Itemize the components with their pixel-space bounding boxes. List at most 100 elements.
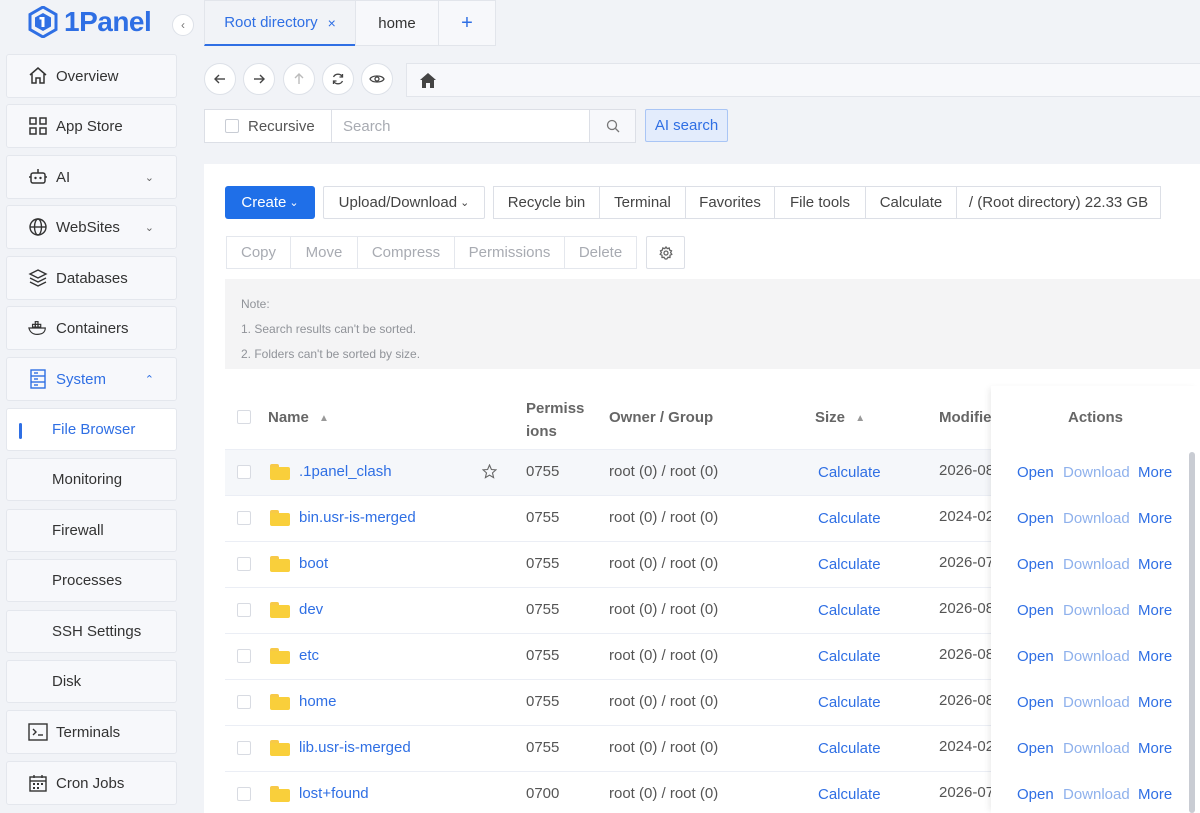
star-icon[interactable] — [481, 463, 498, 483]
more-action-link[interactable]: More — [1138, 556, 1172, 573]
file-name-link[interactable]: lost+found — [299, 785, 369, 802]
row-checkbox[interactable] — [237, 603, 251, 617]
calculate-size-link[interactable]: Calculate — [818, 556, 881, 573]
sidebar-item-terminals[interactable]: Terminals — [6, 710, 177, 754]
permissions-button[interactable]: Permissions — [454, 236, 565, 269]
recursive-checkbox[interactable]: Recursive — [204, 109, 332, 143]
refresh-button[interactable] — [322, 63, 354, 95]
sidebar-item-ai[interactable]: AI ⌄ — [6, 155, 177, 199]
sidebar-item-file-browser[interactable]: File Browser — [6, 408, 177, 451]
root-directory-size-button[interactable]: / (Root directory) 22.33 GB — [956, 186, 1161, 219]
file-tools-button[interactable]: File tools — [774, 186, 866, 219]
forward-button[interactable] — [243, 63, 275, 95]
calculate-button[interactable]: Calculate — [865, 186, 957, 219]
recycle-bin-button[interactable]: Recycle bin — [493, 186, 600, 219]
file-name-link[interactable]: lib.usr-is-merged — [299, 739, 411, 756]
sidebar-item-ssh-settings[interactable]: SSH Settings — [6, 610, 177, 653]
sidebar-item-cron-jobs[interactable]: Cron Jobs — [6, 761, 177, 805]
calculate-size-link[interactable]: Calculate — [818, 786, 881, 803]
file-name-link[interactable]: boot — [299, 555, 328, 572]
download-action-link[interactable]: Download — [1063, 510, 1130, 527]
download-action-link[interactable]: Download — [1063, 602, 1130, 619]
sidebar-item-databases[interactable]: Databases — [6, 256, 177, 300]
row-checkbox[interactable] — [237, 511, 251, 525]
move-button[interactable]: Move — [290, 236, 358, 269]
row-checkbox[interactable] — [237, 787, 251, 801]
sidebar-item-containers[interactable]: Containers — [6, 306, 177, 350]
app-logo[interactable]: 1Panel — [28, 6, 152, 38]
search-input[interactable] — [332, 109, 590, 143]
sidebar-item-overview[interactable]: Overview — [6, 54, 177, 98]
download-action-link[interactable]: Download — [1063, 786, 1130, 803]
more-action-link[interactable]: More — [1138, 740, 1172, 757]
upload-download-button[interactable]: Upload/Download ⌄ — [323, 186, 485, 219]
file-name-link[interactable]: etc — [299, 647, 319, 664]
sort-icon[interactable]: ▲︎ — [319, 413, 329, 424]
column-header-size[interactable]: Size ▲︎ — [815, 409, 865, 426]
table-scrollbar[interactable] — [1189, 452, 1195, 813]
open-action-link[interactable]: Open — [1017, 648, 1054, 665]
search-button[interactable] — [590, 109, 636, 143]
open-action-link[interactable]: Open — [1017, 786, 1054, 803]
row-checkbox[interactable] — [237, 741, 251, 755]
delete-button[interactable]: Delete — [564, 236, 637, 269]
open-action-link[interactable]: Open — [1017, 602, 1054, 619]
compress-button[interactable]: Compress — [357, 236, 455, 269]
calculate-size-link[interactable]: Calculate — [818, 464, 881, 481]
sidebar-item-processes[interactable]: Processes — [6, 559, 177, 602]
more-action-link[interactable]: More — [1138, 464, 1172, 481]
file-name-link[interactable]: home — [299, 693, 337, 710]
row-checkbox[interactable] — [237, 649, 251, 663]
download-action-link[interactable]: Download — [1063, 694, 1130, 711]
up-button[interactable] — [283, 63, 315, 95]
download-action-link[interactable]: Download — [1063, 740, 1130, 757]
sort-icon[interactable]: ▲︎ — [855, 413, 865, 424]
checkbox[interactable] — [225, 119, 239, 133]
tab-home[interactable]: home — [355, 0, 439, 46]
sidebar-item-monitoring[interactable]: Monitoring — [6, 458, 177, 501]
ai-search-button[interactable]: AI search — [645, 109, 728, 142]
sidebar-item-disk[interactable]: Disk — [6, 660, 177, 703]
row-checkbox[interactable] — [237, 557, 251, 571]
download-action-link[interactable]: Download — [1063, 556, 1130, 573]
open-action-link[interactable]: Open — [1017, 464, 1054, 481]
path-breadcrumb[interactable] — [406, 63, 1200, 97]
calculate-size-link[interactable]: Calculate — [818, 694, 881, 711]
favorites-button[interactable]: Favorites — [685, 186, 775, 219]
tab-root-directory[interactable]: Root directory × — [204, 0, 356, 46]
sidebar-item-system[interactable]: System ⌃ — [6, 357, 177, 401]
add-tab-button[interactable]: + — [438, 0, 496, 46]
file-name-link[interactable]: bin.usr-is-merged — [299, 509, 416, 526]
column-header-name[interactable]: Name ▲︎ — [268, 409, 329, 426]
back-button[interactable] — [204, 63, 236, 95]
open-action-link[interactable]: Open — [1017, 510, 1054, 527]
create-button[interactable]: Create ⌄ — [225, 186, 315, 219]
calculate-size-link[interactable]: Calculate — [818, 740, 881, 757]
file-name-link[interactable]: .1panel_clash — [299, 463, 392, 480]
sidebar-collapse-button[interactable]: ‹ — [172, 14, 194, 36]
row-checkbox[interactable] — [237, 695, 251, 709]
sidebar-item-firewall[interactable]: Firewall — [6, 509, 177, 552]
terminal-button[interactable]: Terminal — [599, 186, 686, 219]
calculate-size-link[interactable]: Calculate — [818, 602, 881, 619]
sidebar-item-websites[interactable]: WebSites ⌄ — [6, 205, 177, 249]
row-checkbox[interactable] — [237, 465, 251, 479]
select-all-checkbox[interactable] — [237, 410, 251, 424]
copy-button[interactable]: Copy — [226, 236, 291, 269]
more-action-link[interactable]: More — [1138, 786, 1172, 803]
open-action-link[interactable]: Open — [1017, 694, 1054, 711]
open-action-link[interactable]: Open — [1017, 556, 1054, 573]
view-toggle-button[interactable] — [361, 63, 393, 95]
settings-button[interactable] — [646, 236, 685, 269]
calculate-size-link[interactable]: Calculate — [818, 648, 881, 665]
more-action-link[interactable]: More — [1138, 510, 1172, 527]
home-filled-icon[interactable] — [419, 72, 437, 89]
more-action-link[interactable]: More — [1138, 648, 1172, 665]
sidebar-item-app-store[interactable]: App Store — [6, 104, 177, 148]
file-name-link[interactable]: dev — [299, 601, 323, 618]
download-action-link[interactable]: Download — [1063, 464, 1130, 481]
more-action-link[interactable]: More — [1138, 694, 1172, 711]
open-action-link[interactable]: Open — [1017, 740, 1054, 757]
calculate-size-link[interactable]: Calculate — [818, 510, 881, 527]
download-action-link[interactable]: Download — [1063, 648, 1130, 665]
